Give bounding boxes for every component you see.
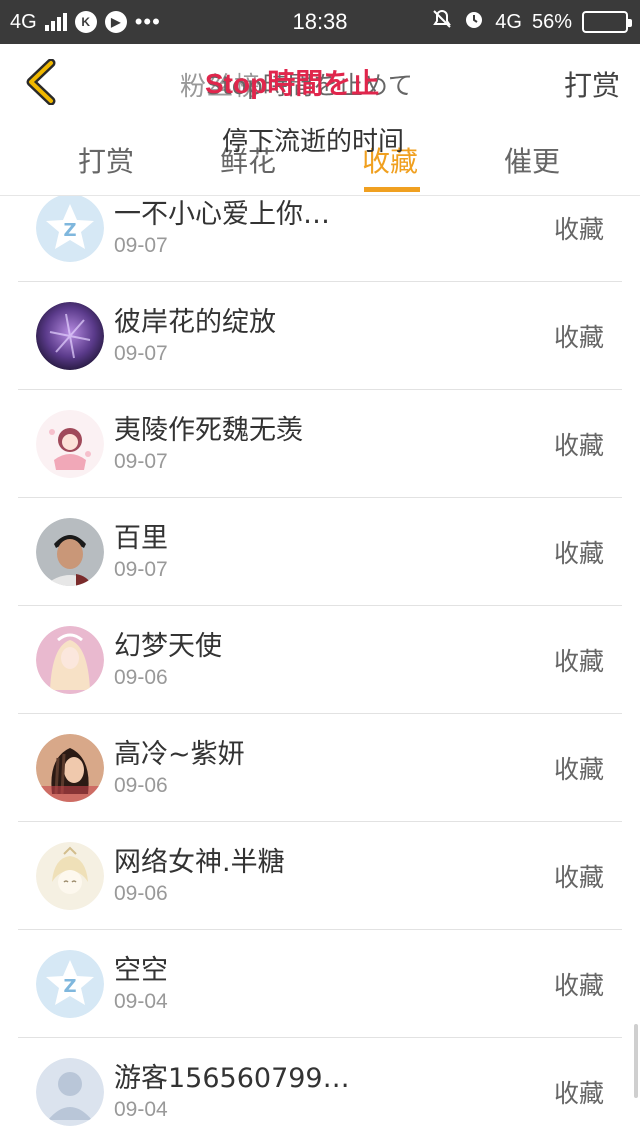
list-item[interactable]: 游客156560799… 09-04 收藏 [18, 1038, 622, 1138]
network-label-right: 4G [495, 10, 522, 33]
active-tab-indicator [364, 187, 420, 192]
favorite-date: 09-04 [114, 990, 168, 1013]
tab-label: 催更 [503, 145, 560, 178]
list-item[interactable]: 网络女神.半糖 09-06 收藏 [18, 822, 622, 930]
user-name: 空空 [114, 955, 168, 986]
guest-silhouette-avatar[interactable] [36, 1058, 104, 1126]
favorite-date: 09-06 [114, 666, 168, 689]
list-item[interactable]: Z 空空 09-04 收藏 [18, 930, 622, 1038]
tab-urge-update[interactable]: 催更 [472, 140, 592, 196]
favorites-list[interactable]: Z 一不小心爱上你… 09-07 收藏 彼岸花的绽放 09-07 收藏 夷陵作死… [0, 196, 640, 1138]
user-name: 夷陵作死魏无羡 [114, 415, 303, 446]
list-item[interactable]: 彼岸花的绽放 09-07 收藏 [18, 282, 622, 390]
user-name: 彼岸花的绽放 [114, 307, 276, 338]
favorite-date: 09-06 [114, 774, 168, 797]
list-item[interactable]: 高冷~紫妍 09-06 收藏 [18, 714, 622, 822]
alarm-icon [463, 8, 485, 36]
favorite-label: 收藏 [553, 971, 604, 1000]
list-item[interactable]: 夷陵作死魏无羡 09-07 收藏 [18, 390, 622, 498]
header: 粉丝榜 Stop時間を止めて Stop時間を止 打赏 [0, 44, 640, 120]
favorite-date: 09-07 [114, 450, 168, 473]
user-name: 幻梦天使 [114, 631, 222, 662]
anime-girl-pink-avatar[interactable] [36, 410, 104, 478]
favorite-label: 收藏 [553, 539, 604, 568]
favorite-label: 收藏 [553, 323, 604, 352]
favorite-date: 09-04 [114, 1098, 168, 1121]
list-item[interactable]: 幻梦天使 09-06 收藏 [18, 606, 622, 714]
user-name: 高冷~紫妍 [114, 739, 245, 770]
reward-button[interactable]: 打赏 [564, 64, 620, 104]
braided-girl-avatar[interactable] [36, 734, 104, 802]
sketch-girl-avatar[interactable] [36, 842, 104, 910]
favorite-label: 收藏 [553, 215, 604, 244]
scrollbar[interactable] [634, 1024, 638, 1098]
photo-boy-avatar[interactable] [36, 518, 104, 586]
list-item[interactable]: 百里 09-07 收藏 [18, 498, 622, 606]
favorite-date: 09-07 [114, 342, 168, 365]
user-name: 百里 [114, 523, 168, 554]
favorite-label: 收藏 [553, 1079, 604, 1108]
favorite-date: 09-06 [114, 882, 168, 905]
overlay-title-red: Stop時間を止 [205, 68, 380, 99]
favorite-date: 09-07 [114, 234, 168, 257]
anime-angel-avatar[interactable] [36, 626, 104, 694]
svg-text:Z: Z [63, 220, 76, 241]
favorite-label: 收藏 [553, 755, 604, 784]
purple-flower-avatar[interactable] [36, 302, 104, 370]
tab-reward[interactable]: 打赏 [46, 140, 166, 196]
list-item[interactable]: Z 一不小心爱上你… 09-07 收藏 [18, 196, 622, 282]
qzone-default-avatar[interactable]: Z [36, 196, 104, 262]
back-button[interactable] [14, 56, 66, 108]
favorite-label: 收藏 [553, 431, 604, 460]
chevron-left-icon [26, 59, 56, 105]
user-name: 游客156560799… [114, 1063, 350, 1094]
svg-text:Z: Z [63, 976, 76, 997]
status-bar: 4G K ▶ ••• 18:38 4G 56% [0, 0, 640, 44]
qzone-default-avatar[interactable]: Z [36, 950, 104, 1018]
favorite-label: 收藏 [553, 863, 604, 892]
status-right: 4G 56% [431, 8, 632, 36]
favorite-label: 收藏 [553, 647, 604, 676]
tab-label: 打赏 [77, 145, 134, 178]
user-name: 网络女神.半糖 [114, 847, 285, 878]
battery-percent: 56% [531, 10, 572, 33]
user-name: 一不小心爱上你… [114, 199, 330, 230]
battery-icon [582, 11, 632, 33]
favorite-date: 09-07 [114, 558, 168, 581]
mute-icon [431, 8, 453, 36]
overlay-subtitle: 停下流逝的时间 [222, 127, 405, 157]
